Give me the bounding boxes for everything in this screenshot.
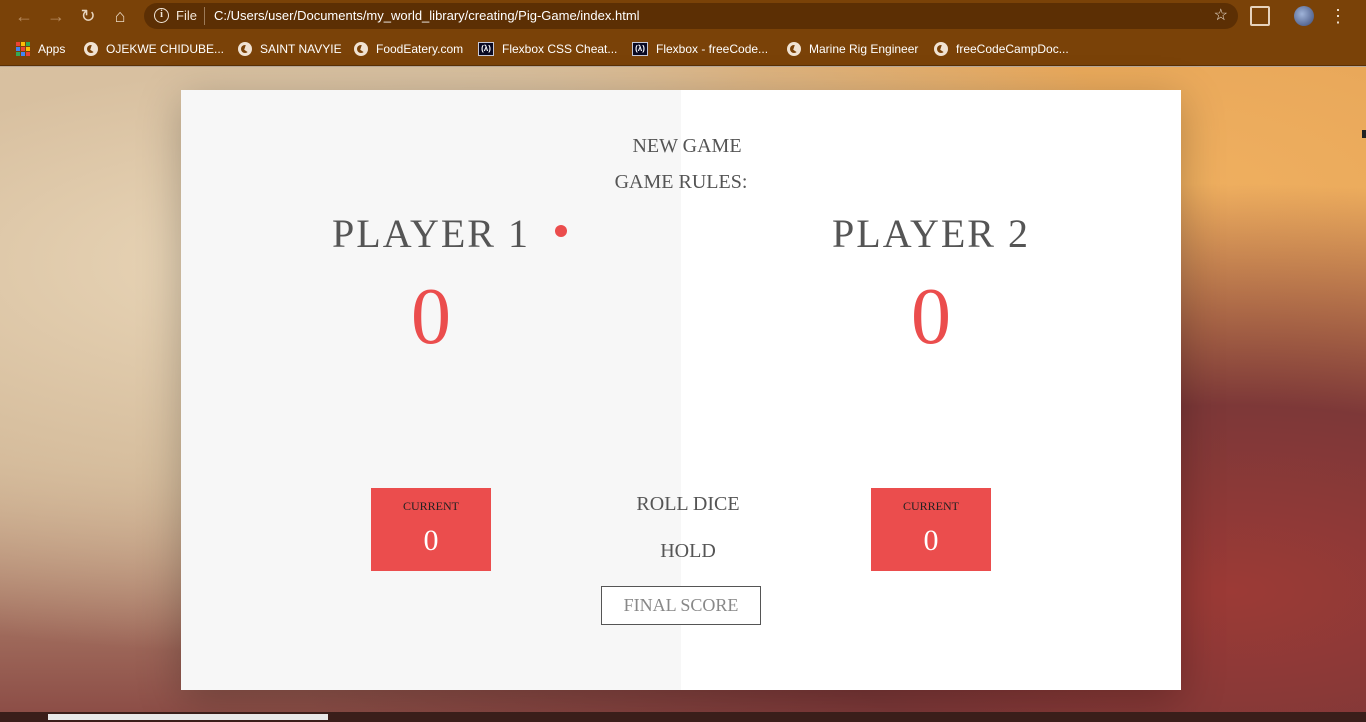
player-2-name: PLAYER 2 xyxy=(832,211,1030,256)
bookmark-item[interactable]: (λ) Flexbox CSS Cheat... xyxy=(478,40,617,58)
bookmark-label: freeCodeCampDoc... xyxy=(956,42,1069,56)
browser-toolbar: ← → ↻ ⌂ i File C:/Users/user/Documents/m… xyxy=(0,0,1366,32)
new-game-button[interactable]: NEW GAME xyxy=(187,135,1187,158)
globe-icon xyxy=(84,42,98,56)
active-player-icon xyxy=(555,225,567,237)
star-icon[interactable]: ☆ xyxy=(1214,5,1228,25)
bookmark-label: Flexbox - freeCode... xyxy=(656,42,769,56)
freecodecamp-icon: (λ) xyxy=(632,42,648,56)
bookmarks-bar: Apps OJEKWE CHIDUBE... SAINT NAVYIE Food… xyxy=(0,32,1366,66)
player-1-name: PLAYER 1 xyxy=(332,211,530,256)
avatar[interactable] xyxy=(1294,6,1314,26)
game-panel: PLAYER 1 0 CURRENT 0 PLAYER 2 0 CURRENT … xyxy=(181,90,1181,690)
divider xyxy=(204,7,205,25)
bookmark-item[interactable]: freeCodeCampDoc... xyxy=(934,40,1069,58)
freecodecamp-icon: (λ) xyxy=(478,42,494,56)
roll-dice-button[interactable]: ROLL DICE xyxy=(188,493,1188,516)
bookmark-label: Marine Rig Engineer xyxy=(809,42,919,56)
globe-icon xyxy=(787,42,801,56)
page-edge xyxy=(1362,130,1366,138)
bookmark-label: Apps xyxy=(38,42,66,56)
bookmark-label: OJEKWE CHIDUBE... xyxy=(106,42,225,56)
home-icon[interactable]: ⌂ xyxy=(108,4,132,28)
player-1-score: 0 xyxy=(411,273,451,361)
tab-search-icon[interactable] xyxy=(1250,6,1270,26)
address-bar[interactable]: i File C:/Users/user/Documents/my_world_… xyxy=(144,3,1238,29)
url-text[interactable]: C:/Users/user/Documents/my_world_library… xyxy=(214,8,640,23)
player-2-score: 0 xyxy=(911,273,951,361)
game-rules-button[interactable]: GAME RULES: xyxy=(181,171,1181,194)
menu-dots-icon[interactable]: ⋮ xyxy=(1328,6,1348,26)
apps-grid-icon xyxy=(16,42,30,56)
info-icon[interactable]: i xyxy=(154,8,169,23)
url-scheme: File xyxy=(176,8,197,23)
back-arrow-icon[interactable]: ← xyxy=(12,4,36,28)
bookmark-item[interactable]: SAINT NAVYIE xyxy=(238,40,342,58)
bookmark-item[interactable]: OJEKWE CHIDUBE... xyxy=(84,40,224,58)
bookmark-item[interactable]: Marine Rig Engineer xyxy=(787,40,918,58)
globe-icon xyxy=(238,42,252,56)
taskbar-segment xyxy=(48,714,328,720)
forward-arrow-icon[interactable]: → xyxy=(44,4,68,28)
bookmark-item[interactable]: FoodEatery.com xyxy=(354,40,463,58)
globe-icon xyxy=(934,42,948,56)
final-score-input[interactable]: FINAL SCORE xyxy=(601,586,761,625)
bookmark-apps[interactable]: Apps xyxy=(16,40,65,58)
bookmark-item[interactable]: (λ) Flexbox - freeCode... xyxy=(632,40,768,58)
globe-icon xyxy=(354,42,368,56)
bookmark-label: SAINT NAVYIE xyxy=(260,42,342,56)
taskbar-sliver xyxy=(0,712,1366,722)
reload-icon[interactable]: ↻ xyxy=(76,4,100,28)
bookmark-label: Flexbox CSS Cheat... xyxy=(502,42,618,56)
hold-button[interactable]: HOLD xyxy=(188,540,1188,563)
bookmark-label: FoodEatery.com xyxy=(376,42,464,56)
